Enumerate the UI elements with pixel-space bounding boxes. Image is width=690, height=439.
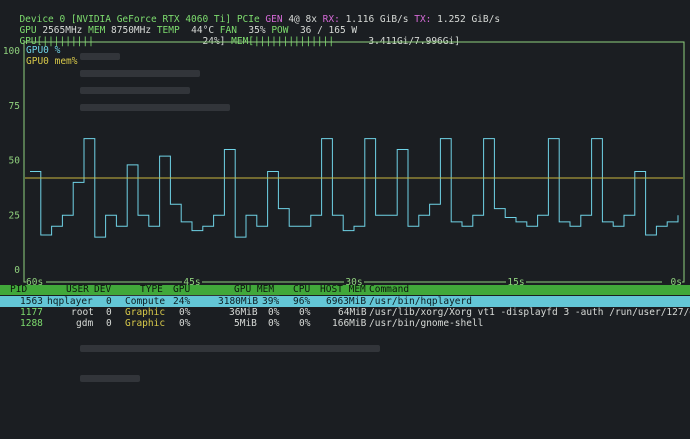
command-cell: /usr/bin/gnome-shell: [369, 318, 484, 329]
gpu-mem-cell: 36MiB: [229, 307, 258, 318]
host-mem-cell: 166MiB: [332, 318, 367, 329]
gpu-mem-pct-cell: 0%: [268, 318, 280, 329]
gpu-cell: 0%: [179, 318, 191, 329]
tx-label: TX:: [414, 14, 432, 25]
gpu-cell: 24%: [173, 296, 191, 307]
col-cpu[interactable]: CPU: [293, 285, 310, 295]
col-user[interactable]: USER: [66, 285, 89, 295]
cpu-cell: 0%: [299, 318, 311, 329]
user-cell: gdm: [76, 318, 94, 329]
type-cell: Graphic: [125, 318, 166, 329]
chart-axes: [23, 41, 685, 283]
chart-ticks: 100755025060s 45s 30s 15s 0s: [3, 46, 682, 285]
pid-cell: 1177: [20, 307, 43, 318]
y-tick-label: 0: [14, 265, 20, 276]
col-gpu-mem[interactable]: GPU MEM: [234, 285, 274, 295]
user-cell: hqplayer: [47, 296, 93, 307]
gpu-mem-pct-cell: 39%: [262, 296, 280, 307]
chart-legend: GPU0 %GPU0 mem%: [26, 45, 78, 67]
col-pid[interactable]: PID: [10, 285, 27, 295]
y-tick-label: 25: [9, 210, 20, 221]
table-row[interactable]: 1288 gdm 0 Graphic 0% 5MiB 0% 0% 166MiB …: [0, 318, 690, 329]
y-tick-label: 75: [9, 101, 20, 112]
legend-gpu-util: GPU0 %: [26, 45, 61, 56]
col-dev[interactable]: DEV: [94, 285, 111, 295]
y-tick-label: 50: [9, 156, 21, 167]
cpu-cell: 0%: [299, 307, 311, 318]
col-host-mem[interactable]: HOST MEM: [320, 285, 366, 295]
chart-frame: [23, 41, 685, 283]
host-mem-cell: 6963MiB: [326, 296, 367, 307]
gpu-mem-pct-cell: 0%: [268, 307, 280, 318]
table-row[interactable]: 1563 hqplayer 0 Compute 24% 3180MiB 39% …: [0, 296, 690, 307]
x-tick-label: 15s: [507, 277, 524, 285]
table-row[interactable]: 1177 root 0 Graphic 0% 36MiB 0% 0% 64MiB…: [0, 307, 690, 318]
dev-cell: 0: [106, 307, 112, 318]
y-tick-label: 100: [3, 46, 20, 57]
gpu-cell: 0%: [179, 307, 191, 318]
legend-gpu-mem: GPU0 mem%: [26, 56, 78, 67]
host-mem-cell: 64MiB: [338, 307, 367, 318]
x-tick-label: 60s: [26, 277, 43, 285]
pid-cell: 1288: [20, 318, 43, 329]
col-type[interactable]: TYPE: [140, 285, 163, 295]
col-gpu[interactable]: GPU: [173, 285, 190, 295]
process-table-header: PID USER DEV TYPE GPU GPU MEM CPU HOST M…: [0, 285, 690, 295]
gpu-mem-cell: 3180MiB: [218, 296, 259, 307]
cpu-cell: 96%: [293, 296, 311, 307]
col-command[interactable]: Command: [369, 285, 409, 295]
dev-cell: 0: [106, 318, 112, 329]
user-cell: root: [71, 307, 94, 318]
tx-value: 1.252 GiB/s: [437, 14, 501, 25]
dev-cell: 0: [106, 296, 112, 307]
type-cell: Compute: [125, 296, 166, 307]
chart-series: [25, 138, 683, 238]
pid-cell: 1563: [20, 296, 43, 307]
command-cell: /usr/bin/hqplayerd: [369, 296, 472, 307]
x-tick-label: 0s: [671, 277, 682, 285]
gpu-usage-chart: 100755025060s 45s 30s 15s 0s GPU0 %GPU0 mem%: [3, 41, 685, 285]
type-cell: Graphic: [125, 307, 166, 318]
gpu-util-series-line: [30, 138, 679, 238]
gpu-mem-cell: 5MiB: [234, 318, 257, 329]
command-cell: /usr/lib/xorg/Xorg vt1 -displayfd 3 -aut…: [369, 307, 690, 318]
